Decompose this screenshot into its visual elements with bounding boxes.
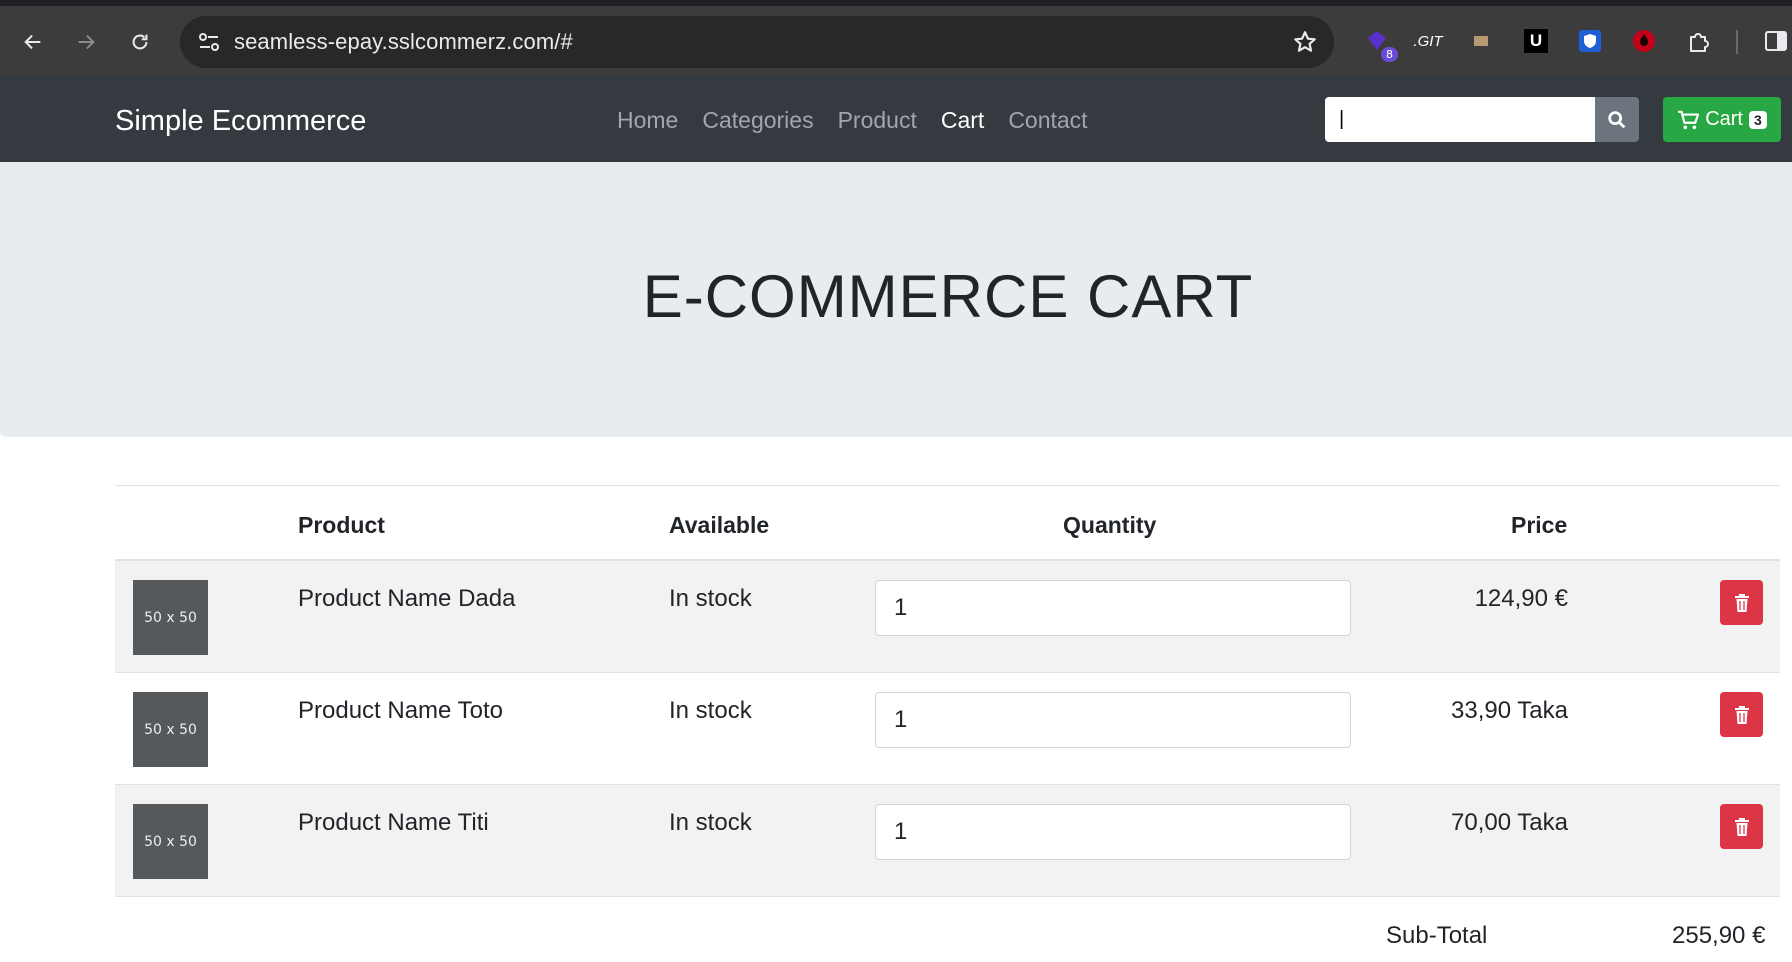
product-price: 70,00 Taka bbox=[1451, 809, 1568, 836]
availability: In stock bbox=[669, 585, 752, 612]
red-drop-extension-icon[interactable] bbox=[1629, 26, 1659, 56]
product-price: 33,90 Taka bbox=[1451, 697, 1568, 724]
quantity-input[interactable] bbox=[875, 580, 1351, 636]
side-panel-icon bbox=[1765, 31, 1787, 51]
search-icon bbox=[1608, 110, 1626, 128]
availability: In stock bbox=[669, 697, 752, 724]
product-name: Product Name Titi bbox=[298, 809, 489, 836]
sidebar-icon[interactable] bbox=[1761, 26, 1791, 56]
nav-links: Home Categories Product Cart Contact bbox=[617, 107, 1088, 134]
site-navbar: Simple Ecommerce Home Categories Product… bbox=[0, 77, 1792, 162]
reload-button[interactable] bbox=[120, 22, 160, 62]
url-text[interactable]: seamless-epay.sslcommerz.com/# bbox=[234, 29, 573, 55]
header-quantity: Quantity bbox=[1063, 512, 1157, 538]
shield-lock-icon bbox=[1579, 30, 1601, 52]
tab-strip bbox=[0, 0, 1792, 6]
cart-label: Cart bbox=[1705, 108, 1743, 130]
subtotal-value: 255,90 € bbox=[1672, 922, 1766, 949]
toolbar-divider bbox=[1736, 30, 1738, 54]
address-bar[interactable]: seamless-epay.sslcommerz.com/# bbox=[180, 16, 1334, 68]
trash-icon bbox=[1734, 593, 1749, 612]
forward-arrow-icon bbox=[78, 34, 95, 50]
product-thumbnail: 50 x 50 bbox=[133, 580, 208, 655]
product-thumbnail: 50 x 50 bbox=[133, 804, 208, 879]
extension-badge: 8 bbox=[1381, 47, 1398, 62]
reload-icon bbox=[132, 34, 148, 50]
availability: In stock bbox=[669, 809, 752, 836]
page-title: E-COMMERCE CART bbox=[642, 263, 1254, 330]
nav-link-home[interactable]: Home bbox=[617, 107, 678, 134]
product-price: 124,90 € bbox=[1474, 585, 1568, 612]
nav-link-categories[interactable]: Categories bbox=[702, 107, 813, 134]
header-available: Available bbox=[669, 512, 770, 538]
product-name: Product Name Dada bbox=[298, 585, 516, 612]
shield-extension-icon[interactable] bbox=[1575, 26, 1605, 56]
puzzle-icon[interactable] bbox=[1684, 26, 1714, 56]
forward-button[interactable] bbox=[66, 22, 106, 62]
quantity-input[interactable] bbox=[875, 804, 1351, 860]
search-input[interactable] bbox=[1325, 97, 1595, 142]
tan-block-icon bbox=[1474, 36, 1488, 46]
back-arrow-icon bbox=[24, 34, 41, 50]
browser-chrome: seamless-epay.sslcommerz.com/# 8 .GIT U bbox=[0, 0, 1792, 77]
bookmark-star-icon[interactable] bbox=[1292, 29, 1318, 55]
table-row: 50 x 50 Product Name Dada In stock 124,9… bbox=[115, 561, 1780, 673]
tan-extension-icon[interactable] bbox=[1466, 26, 1496, 56]
table-header: Product Available Quantity Price bbox=[115, 485, 1780, 561]
subtotal-label: Sub-Total bbox=[1386, 922, 1488, 949]
back-button[interactable] bbox=[13, 22, 53, 62]
cart-count-badge: 3 bbox=[1749, 110, 1767, 129]
trash-icon bbox=[1734, 817, 1749, 836]
search-button[interactable] bbox=[1595, 97, 1639, 142]
red-drop-icon bbox=[1633, 30, 1655, 52]
nav-link-contact[interactable]: Contact bbox=[1008, 107, 1087, 134]
table-row: 50 x 50 Product Name Toto In stock 33,90… bbox=[115, 673, 1780, 785]
cart-table: Product Available Quantity Price 50 x 50… bbox=[115, 485, 1780, 897]
site-info-icon[interactable] bbox=[196, 30, 222, 54]
brand-logo[interactable]: Simple Ecommerce bbox=[115, 105, 366, 138]
trash-icon bbox=[1734, 705, 1749, 724]
product-name: Product Name Toto bbox=[298, 697, 503, 724]
header-price: Price bbox=[1511, 512, 1568, 538]
delete-button[interactable] bbox=[1720, 804, 1763, 849]
nav-link-product[interactable]: Product bbox=[838, 107, 917, 134]
cart-button[interactable]: Cart 3 bbox=[1663, 97, 1781, 142]
git-extension-icon[interactable]: .GIT bbox=[1413, 26, 1443, 56]
extensions-puzzle-icon bbox=[1690, 33, 1709, 52]
shopping-cart-icon bbox=[1678, 110, 1700, 129]
table-row: 50 x 50 Product Name Titi In stock 70,00… bbox=[115, 785, 1780, 897]
delete-button[interactable] bbox=[1720, 580, 1763, 625]
jumbotron: E-COMMERCE CART bbox=[0, 162, 1792, 437]
delete-button[interactable] bbox=[1720, 692, 1763, 737]
quantity-input[interactable] bbox=[875, 692, 1351, 748]
nav-link-cart[interactable]: Cart bbox=[941, 107, 984, 134]
purple-extension-icon[interactable]: 8 bbox=[1362, 26, 1398, 62]
u-letter-icon: U bbox=[1524, 29, 1548, 53]
u-extension-icon[interactable]: U bbox=[1521, 26, 1551, 56]
header-product: Product bbox=[298, 512, 385, 538]
product-thumbnail: 50 x 50 bbox=[133, 692, 208, 767]
